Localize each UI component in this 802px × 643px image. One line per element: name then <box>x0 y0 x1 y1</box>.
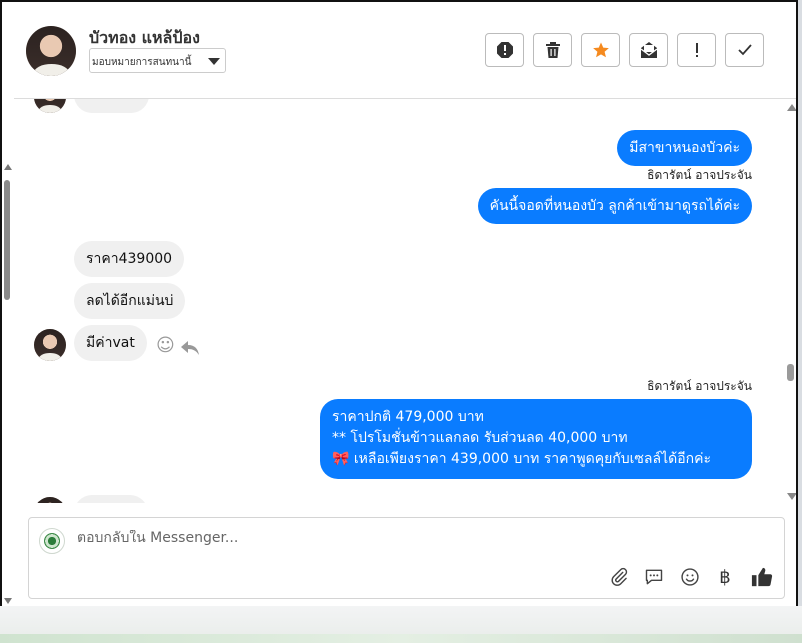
emoji-button[interactable] <box>678 565 702 589</box>
incoming-message[interactable]: มีค่าvat <box>74 325 147 361</box>
scroll-up-arrow-icon[interactable] <box>787 104 796 111</box>
thread-scrollbar[interactable] <box>784 99 796 503</box>
alert-circle-icon <box>496 42 513 58</box>
desktop-background <box>0 606 802 643</box>
sender-name: ธิดารัตน์ อาจประจัน <box>647 379 752 393</box>
conversation-window: บัวทอง แหล้ป้อง มอบหมายการสนทนานี้ ขายแล… <box>0 0 798 606</box>
exclamation-icon <box>695 43 698 57</box>
reply-input[interactable] <box>77 530 577 546</box>
mail-open-icon <box>640 42 657 58</box>
scrollbar-thumb[interactable] <box>787 364 794 381</box>
outgoing-message[interactable]: มีสาขาหนองบัวค่ะ <box>617 130 752 166</box>
mark-unread-button[interactable] <box>629 33 668 67</box>
star-button[interactable] <box>581 33 620 67</box>
incoming-message[interactable]: ขายแล้ว <box>74 99 150 113</box>
payment-baht-icon[interactable]: ฿ <box>713 565 737 589</box>
delete-button[interactable] <box>533 33 572 67</box>
react-icon[interactable]: ☺ <box>156 335 175 356</box>
caret-down-icon <box>208 58 220 65</box>
like-button[interactable] <box>750 565 774 589</box>
smiley-icon <box>681 568 699 586</box>
reply-composer: ฿ <box>28 517 785 599</box>
reply-icon[interactable] <box>180 339 200 357</box>
follow-up-button[interactable] <box>677 33 716 67</box>
thumbs-up-icon <box>751 567 773 587</box>
message-thread[interactable]: ขายแล้ว มีสาขาหนองบัวค่ะ ธิดารัตน์ อาจปร… <box>14 99 796 503</box>
message-line: ราคาปกติ 479,000 บาท <box>332 409 484 425</box>
mark-spam-button[interactable] <box>485 33 524 67</box>
message-line: 🎀 เหลือเพียงราคา 439,000 บาท ราคาพูดคุยก… <box>332 451 711 467</box>
star-icon <box>592 42 609 58</box>
outer-scrollbar[interactable] <box>2 164 12 606</box>
scroll-down-arrow-icon[interactable] <box>4 598 12 604</box>
assign-dropdown-label: มอบหมายการสนทนานี้ <box>92 57 192 68</box>
chat-bubble-icon <box>645 569 663 585</box>
mark-done-button[interactable] <box>725 33 764 67</box>
sender-avatar <box>34 99 66 113</box>
sender-avatar <box>34 497 66 503</box>
saved-replies-button[interactable] <box>642 565 666 589</box>
contact-avatar[interactable] <box>26 26 76 76</box>
conversation-header: บัวทอง แหล้ป้อง มอบหมายการสนทนานี้ <box>14 2 796 99</box>
sender-name: ธิดารัตน์ อาจประจัน <box>647 168 752 182</box>
ribbon-emoji-icon: 🎀 <box>332 451 350 467</box>
outgoing-message[interactable]: คันนี้จอดที่หนองบัว ลูกค้าเข้ามาดูรถได้ค… <box>477 188 752 224</box>
trash-icon <box>545 42 560 58</box>
sender-avatar <box>34 329 66 361</box>
scroll-down-arrow-icon[interactable] <box>787 493 796 500</box>
scrollbar-thumb[interactable] <box>4 180 10 300</box>
attach-button[interactable] <box>607 565 631 589</box>
paperclip-icon <box>611 567 628 586</box>
incoming-message[interactable] <box>74 495 148 503</box>
message-line: ** โปรโมชั่นข้าวแลกลด รับส่วนลด 40,000 บ… <box>332 430 628 446</box>
incoming-message[interactable]: ราคา439000 <box>74 241 185 277</box>
scroll-up-arrow-icon[interactable] <box>4 164 12 170</box>
checkmark-icon <box>737 44 752 56</box>
incoming-message[interactable]: ลดได้อีกแม่นบ่ <box>74 283 186 319</box>
outgoing-message[interactable]: ราคาปกติ 479,000 บาท ** โปรโมชั่นข้าวแลก… <box>320 399 752 479</box>
assign-conversation-dropdown[interactable]: มอบหมายการสนทนานี้ <box>89 48 226 73</box>
page-logo <box>39 528 65 554</box>
